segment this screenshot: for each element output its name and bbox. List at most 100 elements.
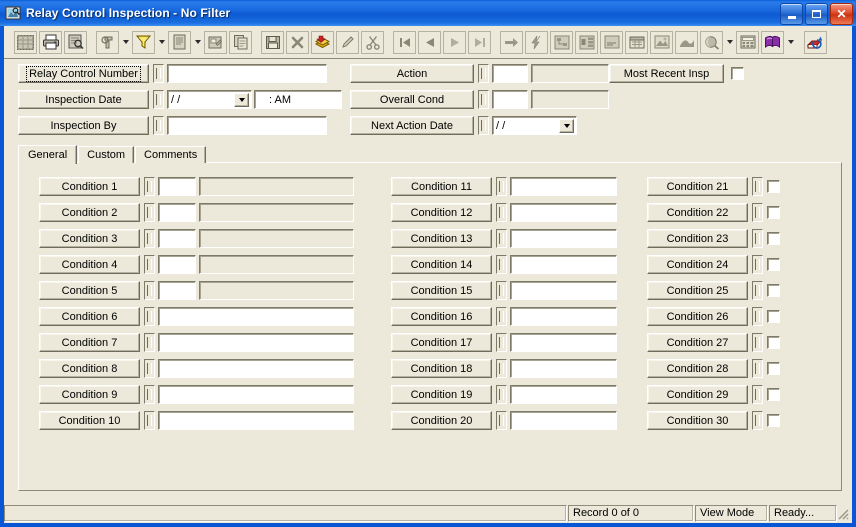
- condition-1-code-input[interactable]: [158, 177, 196, 196]
- condition-14-input[interactable]: [510, 255, 617, 274]
- condition-22-checkbox[interactable]: [767, 206, 780, 219]
- condition-22-label-button[interactable]: Condition 22: [647, 203, 748, 222]
- relay-control-number-label-button[interactable]: Relay Control Number: [18, 64, 149, 83]
- most-recent-insp-checkbox[interactable]: [731, 67, 744, 80]
- inspection-date-dropdown-button[interactable]: [234, 93, 249, 107]
- condition-10-input[interactable]: [158, 411, 354, 430]
- inspection-by-label-button[interactable]: Inspection By: [18, 116, 149, 135]
- maximize-button[interactable]: [805, 3, 828, 25]
- find-icon[interactable]: [96, 30, 119, 54]
- next-action-date-dropdown-button[interactable]: [559, 119, 574, 133]
- condition-8-input[interactable]: [158, 359, 354, 378]
- condition-25-lookup-button[interactable]: [752, 281, 763, 300]
- inspection-by-lookup-button[interactable]: [153, 116, 164, 135]
- condition-13-input[interactable]: [510, 229, 617, 248]
- cut-icon[interactable]: [361, 30, 384, 54]
- new-record-icon[interactable]: [311, 30, 334, 54]
- save-icon[interactable]: [261, 30, 284, 54]
- condition-13-lookup-button[interactable]: [496, 229, 507, 248]
- last-record-icon[interactable]: [468, 30, 491, 54]
- search-location-icon[interactable]: [700, 30, 723, 54]
- condition-24-lookup-button[interactable]: [752, 255, 763, 274]
- print-preview-icon[interactable]: [64, 30, 87, 54]
- condition-30-checkbox[interactable]: [767, 414, 780, 427]
- condition-21-label-button[interactable]: Condition 21: [647, 177, 748, 196]
- select-grid-icon[interactable]: [14, 30, 37, 54]
- condition-6-label-button[interactable]: Condition 6: [39, 307, 140, 326]
- condition-26-checkbox[interactable]: [767, 310, 780, 323]
- exit-icon[interactable]: [804, 30, 827, 54]
- condition-27-label-button[interactable]: Condition 27: [647, 333, 748, 352]
- condition-10-lookup-button[interactable]: [144, 411, 155, 430]
- relay-control-number-input[interactable]: [167, 64, 327, 83]
- condition-7-input[interactable]: [158, 333, 354, 352]
- action-lookup-button[interactable]: [478, 64, 489, 83]
- next-action-date-label-button[interactable]: Next Action Date: [350, 116, 474, 135]
- condition-4-lookup-button[interactable]: [144, 255, 155, 274]
- schedule-icon[interactable]: [625, 30, 648, 54]
- report-icon[interactable]: [168, 30, 191, 54]
- condition-4-label-button[interactable]: Condition 4: [39, 255, 140, 274]
- condition-4-code-input[interactable]: [158, 255, 196, 274]
- tab-comments[interactable]: Comments: [135, 146, 207, 163]
- condition-17-label-button[interactable]: Condition 17: [391, 333, 492, 352]
- condition-28-checkbox[interactable]: [767, 362, 780, 375]
- goto-record-icon[interactable]: [500, 30, 523, 54]
- condition-21-lookup-button[interactable]: [752, 177, 763, 196]
- image-icon[interactable]: [650, 30, 673, 54]
- structure-icon[interactable]: [575, 30, 598, 54]
- delete-icon[interactable]: [286, 30, 309, 54]
- condition-20-lookup-button[interactable]: [496, 411, 507, 430]
- condition-9-lookup-button[interactable]: [144, 385, 155, 404]
- condition-6-lookup-button[interactable]: [144, 307, 155, 326]
- condition-17-input[interactable]: [510, 333, 617, 352]
- inspection-date-label-button[interactable]: Inspection Date: [18, 90, 149, 109]
- first-record-icon[interactable]: [393, 30, 416, 54]
- condition-23-lookup-button[interactable]: [752, 229, 763, 248]
- tab-general[interactable]: General: [18, 145, 78, 164]
- condition-2-label-button[interactable]: Condition 2: [39, 203, 140, 222]
- condition-18-label-button[interactable]: Condition 18: [391, 359, 492, 378]
- close-button[interactable]: ✕: [830, 3, 853, 25]
- copy-record-icon[interactable]: [229, 30, 252, 54]
- map-icon[interactable]: [675, 30, 698, 54]
- condition-19-input[interactable]: [510, 385, 617, 404]
- help-dropdown-arrow[interactable]: [785, 31, 796, 54]
- condition-27-lookup-button[interactable]: [752, 333, 763, 352]
- condition-21-checkbox[interactable]: [767, 180, 780, 193]
- condition-15-lookup-button[interactable]: [496, 281, 507, 300]
- condition-23-checkbox[interactable]: [767, 232, 780, 245]
- condition-13-label-button[interactable]: Condition 13: [391, 229, 492, 248]
- condition-1-lookup-button[interactable]: [144, 177, 155, 196]
- hierarchy-icon[interactable]: [550, 30, 573, 54]
- condition-30-label-button[interactable]: Condition 30: [647, 411, 748, 430]
- condition-30-lookup-button[interactable]: [752, 411, 763, 430]
- condition-27-checkbox[interactable]: [767, 336, 780, 349]
- relay-control-number-lookup-button[interactable]: [153, 64, 164, 83]
- condition-9-label-button[interactable]: Condition 9: [39, 385, 140, 404]
- tab-custom[interactable]: Custom: [78, 146, 135, 163]
- condition-11-lookup-button[interactable]: [496, 177, 507, 196]
- condition-2-code-input[interactable]: [158, 203, 196, 222]
- condition-23-label-button[interactable]: Condition 23: [647, 229, 748, 248]
- condition-3-label-button[interactable]: Condition 3: [39, 229, 140, 248]
- condition-16-label-button[interactable]: Condition 16: [391, 307, 492, 326]
- condition-17-lookup-button[interactable]: [496, 333, 507, 352]
- condition-29-label-button[interactable]: Condition 29: [647, 385, 748, 404]
- condition-11-label-button[interactable]: Condition 11: [391, 177, 492, 196]
- condition-7-lookup-button[interactable]: [144, 333, 155, 352]
- overall-cond-label-button[interactable]: Overall Cond: [350, 90, 474, 109]
- edit-icon[interactable]: [336, 30, 359, 54]
- condition-15-label-button[interactable]: Condition 15: [391, 281, 492, 300]
- condition-28-lookup-button[interactable]: [752, 359, 763, 378]
- condition-2-lookup-button[interactable]: [144, 203, 155, 222]
- condition-14-label-button[interactable]: Condition 14: [391, 255, 492, 274]
- condition-8-label-button[interactable]: Condition 8: [39, 359, 140, 378]
- next-action-date-lookup-button[interactable]: [478, 116, 489, 135]
- minimize-button[interactable]: [780, 3, 803, 25]
- filter-dropdown-arrow[interactable]: [156, 31, 167, 54]
- condition-24-label-button[interactable]: Condition 24: [647, 255, 748, 274]
- condition-5-code-input[interactable]: [158, 281, 196, 300]
- condition-16-input[interactable]: [510, 307, 617, 326]
- condition-8-lookup-button[interactable]: [144, 359, 155, 378]
